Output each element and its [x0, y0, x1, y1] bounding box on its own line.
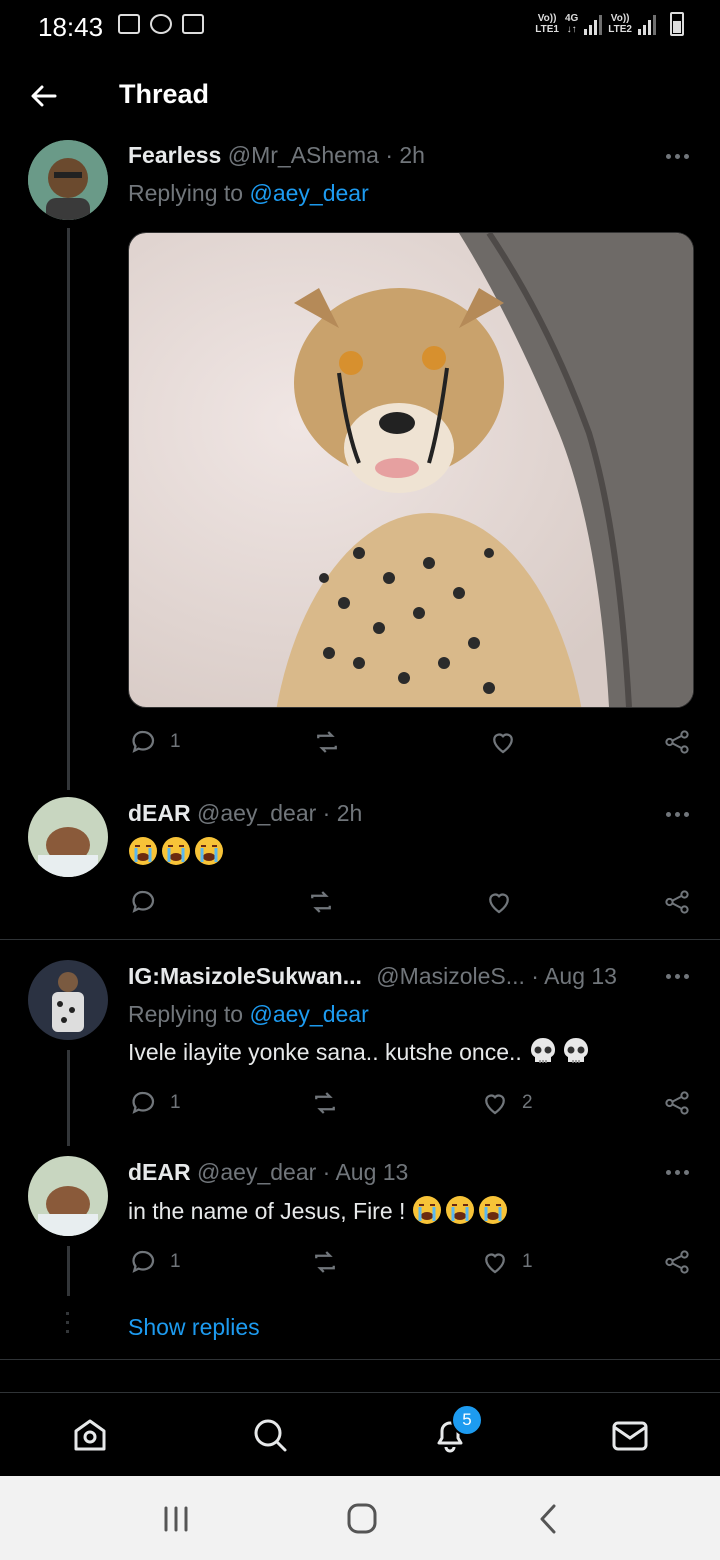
retweet-icon [317, 731, 337, 753]
retweet-button[interactable] [310, 1244, 340, 1280]
system-navigation-bar [0, 1476, 720, 1560]
back-button-icon[interactable] [530, 1502, 570, 1536]
author-name[interactable]: dEAR [128, 800, 191, 826]
notification-badge: 5 [451, 1404, 483, 1436]
heart-icon [493, 733, 513, 754]
arrow-left-icon[interactable] [28, 80, 60, 112]
thread-line [67, 1246, 70, 1296]
reply-icon [132, 730, 155, 753]
reply-icon [132, 1250, 155, 1273]
gallery-notification-icon [118, 14, 140, 34]
tweet-actions: 1 1 [128, 1244, 698, 1284]
tweet-text: Ivele ilayite yonke sana.. kutshe once.. [128, 1039, 522, 1065]
recent-apps-icon[interactable] [156, 1502, 196, 1536]
reply-icon [132, 1091, 155, 1114]
messages-icon[interactable] [610, 1415, 650, 1455]
share-button[interactable] [662, 884, 692, 920]
heart-icon [489, 893, 509, 914]
reply-button[interactable]: 1 [128, 1244, 181, 1280]
home-icon[interactable] [70, 1415, 110, 1455]
replying-to-link[interactable]: @aey_dear [249, 180, 368, 206]
heart-icon [485, 1253, 505, 1274]
home-button-icon[interactable] [342, 1502, 382, 1536]
share-icon [665, 730, 689, 754]
divider [0, 1359, 720, 1360]
retweet-icon [315, 1092, 335, 1114]
retweet-button[interactable] [310, 1085, 340, 1121]
battery-icon [670, 12, 684, 36]
bottom-navigation [0, 1392, 720, 1477]
retweet-icon [315, 1251, 335, 1273]
share-button[interactable] [662, 1085, 692, 1121]
tweet-time: · Aug 13 [531, 963, 617, 989]
retweet-button[interactable] [306, 884, 336, 920]
more-options-icon[interactable] [666, 810, 690, 818]
author-handle[interactable]: @aey_dear [197, 1159, 316, 1185]
share-button[interactable] [662, 724, 692, 760]
screen-notification-icon [182, 14, 204, 34]
retweet-icon [311, 891, 331, 913]
author-handle[interactable]: @aey_dear [197, 800, 316, 826]
crying-face-icon [478, 1196, 507, 1224]
tweet-actions [128, 884, 698, 924]
author-name[interactable]: Fearless [128, 142, 221, 168]
top-bar: Thread [0, 56, 720, 136]
author-name[interactable]: dEAR [128, 1159, 191, 1185]
crying-face-icon [162, 837, 190, 865]
tweet-actions: 1 2 [128, 1085, 698, 1125]
signal-2-icon [638, 13, 656, 35]
tweet-time: · 2h [385, 142, 425, 168]
avatar[interactable] [28, 140, 108, 220]
avatar[interactable] [28, 960, 108, 1040]
search-icon[interactable] [250, 1415, 290, 1455]
replying-to-link[interactable]: @aey_dear [249, 1001, 368, 1027]
tweet-time: · Aug 13 [322, 1159, 409, 1185]
more-options-icon[interactable] [666, 152, 690, 160]
share-button[interactable] [662, 1244, 692, 1280]
like-button[interactable]: 2 [480, 1085, 533, 1121]
skull-icon [531, 1038, 556, 1063]
author-name[interactable]: IG:MasizoleSukwan... [128, 963, 362, 989]
avatar[interactable] [28, 1156, 108, 1236]
thread-line [67, 228, 70, 790]
author-handle[interactable]: @Mr_AShema [228, 142, 379, 168]
show-replies-link[interactable]: Show replies [128, 1314, 260, 1341]
reply-button[interactable] [128, 884, 158, 920]
avatar[interactable] [28, 797, 108, 877]
tweet-text [128, 836, 227, 866]
author-handle[interactable]: @MasizoleS... [376, 963, 525, 989]
reply-icon [132, 890, 155, 913]
heart-icon [485, 1094, 505, 1115]
skull-icon [564, 1038, 589, 1063]
status-time: 18:43 [38, 12, 104, 42]
tweet-actions: 1 [128, 724, 698, 764]
reply-button[interactable]: 1 [128, 1085, 181, 1121]
more-replies-dots [66, 1310, 70, 1340]
crying-face-icon [412, 1196, 441, 1224]
retweet-button[interactable] [312, 724, 342, 760]
like-button[interactable] [488, 724, 530, 760]
share-icon [665, 1091, 689, 1115]
reply-button[interactable]: 1 [128, 724, 181, 760]
page-title: Thread [119, 79, 210, 109]
status-bar: 18:43 Vo)) LTE1 4G ↓↑ Vo)) LTE2 [0, 0, 720, 54]
crying-face-icon [129, 837, 157, 865]
like-button[interactable] [484, 884, 514, 920]
tweet-text: in the name of Jesus, Fire ! [128, 1198, 406, 1224]
divider [0, 939, 720, 940]
crying-face-icon [195, 837, 223, 865]
like-button[interactable]: 1 [480, 1244, 533, 1280]
tweet-image[interactable] [128, 232, 694, 708]
tweet-time: · 2h [322, 800, 363, 826]
more-options-icon[interactable] [666, 972, 690, 980]
share-icon [665, 890, 689, 914]
signal-1-icon [584, 13, 603, 35]
share-icon [665, 1250, 689, 1274]
thread-line [67, 1050, 70, 1146]
crying-face-icon [445, 1196, 474, 1224]
more-options-icon[interactable] [666, 1168, 690, 1176]
app-notification-icon [150, 14, 172, 34]
